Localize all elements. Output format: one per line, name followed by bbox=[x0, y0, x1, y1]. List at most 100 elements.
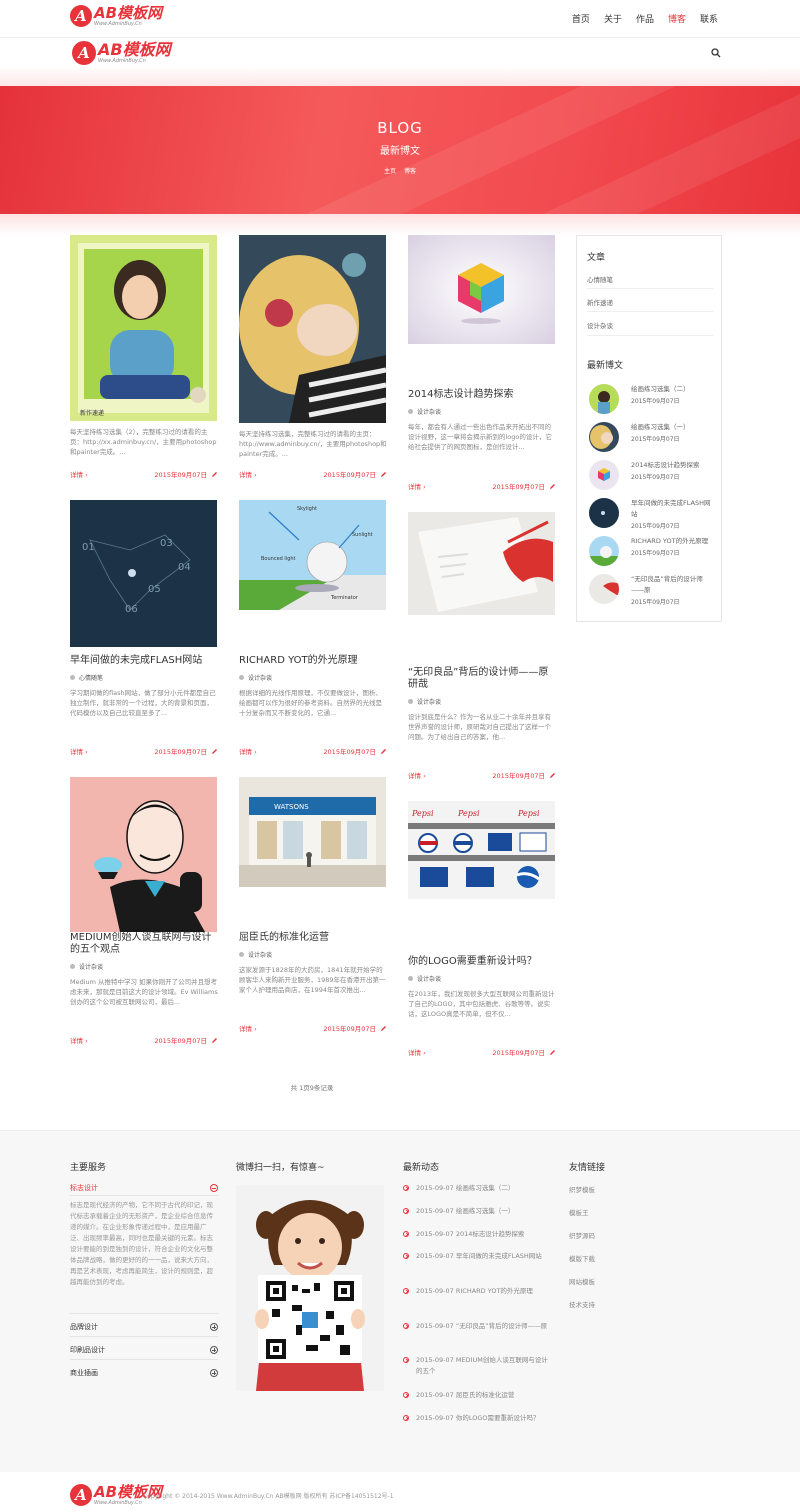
friend-link[interactable]: 技术支持 bbox=[569, 1299, 595, 1309]
post-title[interactable]: 你的LOGO需要重新设计吗？ bbox=[408, 956, 556, 968]
post-date: 2015年09月07日 bbox=[323, 1023, 387, 1033]
news-item[interactable]: 2015-09-07 屈臣氏的标准化运营 bbox=[403, 1390, 549, 1401]
post-title[interactable]: 早年间做的未完成FLASH网站 bbox=[70, 655, 218, 667]
post-title[interactable]: 2014标志设计趋势探索 bbox=[408, 389, 556, 401]
sidebar-category-design[interactable]: 设计杂谈 bbox=[587, 320, 613, 330]
search-icon[interactable] bbox=[711, 48, 721, 58]
pencil-icon bbox=[550, 483, 555, 489]
news-item[interactable]: 2015-09-07 绘画练习选集（二） bbox=[403, 1183, 549, 1194]
weibo-qr-image bbox=[236, 1185, 384, 1391]
friend-link[interactable]: 模版下载 bbox=[569, 1253, 595, 1263]
svg-text:Sunlight: Sunlight bbox=[352, 532, 373, 538]
recent-post-thumbnail bbox=[589, 536, 619, 566]
read-more-link[interactable]: 详情 › bbox=[239, 1023, 257, 1033]
nav-works[interactable]: 作品 bbox=[636, 12, 654, 25]
post-date: 2015年09月07日 bbox=[154, 746, 218, 756]
chevron-circle-icon bbox=[403, 1185, 409, 1191]
post-thumbnail[interactable] bbox=[239, 235, 386, 423]
post-thumbnail[interactable]: Pepsi Pepsi Pepsi bbox=[408, 801, 555, 899]
news-item[interactable]: 2015-09-07 你的LOGO需要重新设计吗？ bbox=[403, 1413, 549, 1424]
post-category[interactable]: 心情随笔 bbox=[70, 673, 218, 682]
post-category[interactable]: 设计杂谈 bbox=[408, 407, 556, 416]
post-category[interactable]: 设计杂谈 bbox=[70, 962, 218, 971]
friend-link[interactable]: 网站模板 bbox=[569, 1276, 595, 1286]
breadcrumb-blog[interactable]: 博客 bbox=[404, 168, 416, 175]
news-item[interactable]: 2015-09-07 “无印良品”背后的设计师——原 bbox=[403, 1321, 549, 1332]
read-more-link[interactable]: 详情 › bbox=[70, 469, 88, 479]
recent-post-item[interactable]: 绘画练习选集（一） 2015年09月07日 bbox=[589, 422, 715, 452]
post-thumbnail[interactable]: 01 03 04 05 06 bbox=[70, 500, 217, 647]
sidebar-category-mood[interactable]: 心情随笔 bbox=[587, 274, 613, 284]
tag-icon bbox=[408, 699, 413, 704]
post-date: 2015年09月07日 bbox=[154, 469, 218, 479]
friend-link[interactable]: 织梦源码 bbox=[569, 1230, 595, 1240]
read-more-link[interactable]: 详情 › bbox=[239, 746, 257, 756]
post-category[interactable]: 设计杂谈 bbox=[239, 950, 387, 959]
read-more-link[interactable]: 详情 › bbox=[408, 481, 426, 491]
recent-post-thumbnail bbox=[589, 384, 619, 414]
post-thumbnail[interactable] bbox=[70, 777, 217, 932]
site-logo-large[interactable]: A AB模板网 Www.AdminBuy.Cn bbox=[72, 41, 171, 65]
recent-post-item[interactable]: “无印良品”背后的设计师——原 2015年09月07日 bbox=[589, 574, 715, 606]
post-title[interactable]: RICHARD YOT的外光原理 bbox=[239, 655, 387, 667]
post-excerpt: Medium 从推特中学习 如果你刚开了公司并且想考虑未来，那就是目前这大的设计… bbox=[70, 978, 218, 1006]
recent-post-date: 2015年09月07日 bbox=[631, 550, 680, 557]
post-card: 每天坚持练习选集，完整练习过的请看的主页：http://www.adminbuy… bbox=[239, 235, 387, 479]
post-thumbnail[interactable]: Skylight Sunlight Bounced light Terminat… bbox=[239, 500, 386, 610]
post-thumbnail[interactable] bbox=[408, 235, 555, 344]
post-thumbnail[interactable]: WATSONS bbox=[239, 777, 386, 887]
recent-post-item[interactable]: 早年间做的未完成FLASH网站 2015年09月07日 bbox=[589, 498, 715, 530]
service-item-illustration[interactable]: 商业插画 bbox=[70, 1368, 218, 1378]
recent-post-item[interactable]: 2014标志设计趋势探索 2015年09月07日 bbox=[589, 460, 715, 490]
friend-link[interactable]: 织梦模板 bbox=[569, 1184, 595, 1194]
news-item[interactable]: 2015-09-07 RICHARD YOT的外光原理 bbox=[403, 1286, 549, 1297]
news-item[interactable]: 2015-09-07 绘画练习选集（一） bbox=[403, 1206, 549, 1217]
read-more-link[interactable]: 详情 › bbox=[408, 770, 426, 780]
logo-text: AB模板网 bbox=[94, 3, 163, 22]
nav-blog[interactable]: 博客 bbox=[668, 12, 686, 25]
svg-text:06: 06 bbox=[125, 604, 138, 615]
service-item-brand-design[interactable]: 品牌设计 bbox=[70, 1322, 218, 1332]
post-thumbnail[interactable] bbox=[408, 512, 555, 615]
tag-icon bbox=[408, 976, 413, 981]
read-more-link[interactable]: 详情 › bbox=[408, 1047, 426, 1057]
tag-icon bbox=[239, 952, 244, 957]
pencil-icon bbox=[550, 772, 555, 778]
service-item-logo-design[interactable]: 标志设计 bbox=[70, 1183, 218, 1193]
recent-post-thumbnail bbox=[589, 574, 619, 604]
divider bbox=[587, 335, 713, 336]
chevron-circle-icon bbox=[403, 1323, 409, 1329]
chevron-circle-icon bbox=[403, 1415, 409, 1421]
post-category[interactable]: 设计杂谈 bbox=[239, 673, 387, 682]
tag-icon bbox=[70, 675, 75, 680]
post-excerpt: 每年，都会有人通过一些出色作品来开拓出不同的设计视野，这一章将会揭示新到的log… bbox=[408, 423, 552, 451]
read-more-link[interactable]: 详情 › bbox=[239, 469, 257, 479]
sidebar-recent-title: 最新博文 bbox=[587, 361, 624, 371]
recent-post-item[interactable]: RICHARD YOT的外光原理 2015年09月07日 bbox=[589, 536, 715, 566]
friend-link[interactable]: 模板王 bbox=[569, 1207, 589, 1217]
site-logo[interactable]: A AB模板网 Www.AdminBuy.Cn bbox=[70, 5, 162, 27]
nav-home[interactable]: 首页 bbox=[572, 12, 590, 25]
nav-about[interactable]: 关于 bbox=[604, 12, 622, 25]
post-title[interactable]: “无印良品”背后的设计师——原研哉 bbox=[408, 667, 556, 691]
service-item-print-design[interactable]: 印刷品设计 bbox=[70, 1345, 218, 1355]
read-more-link[interactable]: 详情 › bbox=[70, 1035, 88, 1045]
recent-post-item[interactable]: 绘画练习选集（二） 2015年09月07日 bbox=[589, 384, 715, 414]
post-category[interactable]: 设计杂谈 bbox=[408, 697, 556, 706]
nav-contact[interactable]: 联系 bbox=[700, 12, 718, 25]
recent-post-date: 2015年09月07日 bbox=[631, 398, 680, 405]
read-more-link[interactable]: 详情 › bbox=[70, 746, 88, 756]
breadcrumb-home[interactable]: 主页 bbox=[384, 168, 396, 175]
post-title[interactable]: MEDIUM创始人谈互联网与设计的五个观点 bbox=[70, 932, 218, 956]
post-thumbnail[interactable]: 新作速递 bbox=[70, 235, 217, 421]
news-item[interactable]: 2015-09-07 2014标志设计趋势探索 bbox=[403, 1229, 549, 1240]
sidebar-category-new[interactable]: 新作速递 bbox=[587, 297, 613, 307]
sidebar-categories-title: 文章 bbox=[587, 253, 606, 263]
news-item[interactable]: 2015-09-07 MEDIUM创始人谈互联网与设计的五个 bbox=[403, 1355, 549, 1377]
news-item[interactable]: 2015-09-07 早年间做的未完成FLASH网站 bbox=[403, 1251, 549, 1262]
post-category[interactable]: 设计杂谈 bbox=[408, 974, 556, 983]
divider bbox=[587, 288, 713, 289]
post-title[interactable]: 屈臣氏的标准化运营 bbox=[239, 932, 387, 944]
sidebar: 文章 心情随笔 新作速递 设计杂谈 最新博文 绘画练习选集（二） 2015年09月… bbox=[576, 235, 722, 622]
post-excerpt: 根据详细的光线作用原理，不仅要做设计，图析、绘画都可以作为很好的参考资料。自然界… bbox=[239, 689, 382, 717]
